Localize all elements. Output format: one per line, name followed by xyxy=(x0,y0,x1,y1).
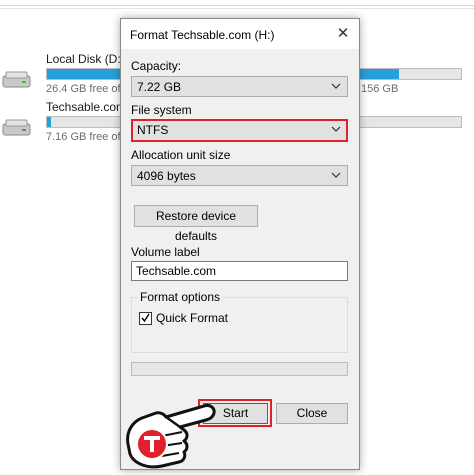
hard-drive-icon xyxy=(2,71,31,88)
format-progress-bar xyxy=(131,362,348,376)
allocation-label: Allocation unit size xyxy=(131,148,231,162)
capacity-value: 7.22 GB xyxy=(137,80,182,94)
pointing-hand-icon xyxy=(126,404,216,469)
capacity-label: Capacity: xyxy=(131,59,182,73)
capacity-select[interactable]: 7.22 GB xyxy=(131,76,348,97)
restore-defaults-button[interactable]: Restore device defaults xyxy=(134,205,258,243)
close-icon[interactable]: ✕ xyxy=(331,23,355,45)
quick-format-label[interactable]: Quick Format xyxy=(156,311,228,325)
checkmark-icon xyxy=(141,313,150,323)
drive-name: Local Disk (D:) xyxy=(46,52,125,66)
drive-free-text: 7.16 GB free of xyxy=(46,131,121,143)
chevron-down-icon xyxy=(331,83,341,89)
explorer-top-strip xyxy=(0,0,474,9)
divider xyxy=(0,8,474,9)
volume-label-label: Volume label xyxy=(131,245,200,259)
file-system-select[interactable]: NTFS xyxy=(131,119,348,142)
file-system-value: NTFS xyxy=(137,123,169,137)
dialog-title: Format Techsable.com (H:) xyxy=(130,28,275,42)
chevron-down-icon xyxy=(331,172,341,178)
quick-format-checkbox[interactable] xyxy=(139,312,152,325)
close-button[interactable]: Close xyxy=(276,403,348,424)
format-options-legend: Format options xyxy=(138,290,223,304)
usb-drive-icon xyxy=(2,119,31,136)
divider xyxy=(0,5,474,6)
brand-logo-icon xyxy=(136,428,168,460)
drive-usage-fill xyxy=(47,117,52,127)
chevron-down-icon xyxy=(331,126,341,132)
format-options-group: Format options Quick Format xyxy=(131,290,348,353)
allocation-select[interactable]: 4096 bytes xyxy=(131,165,348,186)
volume-label-input[interactable]: Techsable.com xyxy=(131,261,348,281)
drive-name: Techsable.com xyxy=(46,100,127,114)
allocation-value: 4096 bytes xyxy=(137,169,196,183)
file-system-label: File system xyxy=(131,103,192,117)
title-bar[interactable]: Format Techsable.com (H:) ✕ xyxy=(121,19,359,49)
drive-free-text: 26.4 GB free of xyxy=(46,83,121,95)
drive-total-text: 156 GB xyxy=(361,83,399,95)
